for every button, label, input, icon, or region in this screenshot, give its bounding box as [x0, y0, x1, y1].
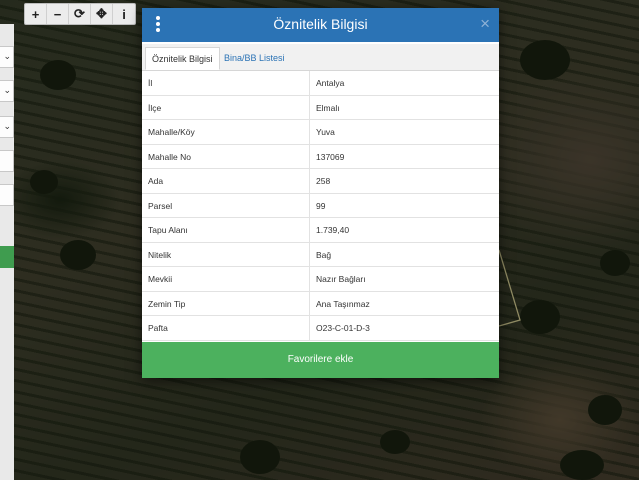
dropdown-1[interactable]: ⌄ [0, 46, 14, 68]
attribute-value: Ana Taşınmaz [316, 298, 370, 309]
zoom-out-button[interactable]: − [47, 4, 69, 24]
map-toolbar: + − ⟳ ✥ i [24, 3, 136, 25]
zoom-in-button[interactable]: + [25, 4, 47, 24]
input-field-1[interactable] [0, 150, 14, 172]
chevron-down-icon: ⌄ [3, 121, 11, 131]
modal-tabs: Öznitelik Bilgisi Bina/BB Listesi [142, 44, 499, 71]
attribute-value: Yuva [316, 127, 335, 137]
attribute-value: 99 [316, 200, 326, 211]
attribute-value: Bağ [316, 249, 332, 260]
attribute-value: 258 [316, 176, 331, 186]
input-field-2[interactable] [0, 184, 14, 206]
table-row: Tapu Alanı 1.739,40 [142, 218, 499, 243]
attribute-value: O23-C-01-D-3 [316, 323, 370, 333]
locate-button[interactable]: ✥ [91, 4, 113, 24]
table-row: Mahalle/Köy Yuva [142, 120, 499, 145]
chevron-down-icon: ⌄ [3, 85, 11, 95]
chevron-down-icon: ⌄ [3, 51, 11, 61]
table-row: İl Antalya [142, 71, 499, 96]
attribute-key: Mahalle/Köy [142, 120, 310, 144]
attribute-info-modal: Öznitelik Bilgisi × Öznitelik Bilgisi Bi… [142, 8, 499, 378]
tab-attribute-info[interactable]: Öznitelik Bilgisi [145, 47, 220, 70]
attribute-key: İl [142, 71, 310, 95]
table-row: Mevkii Nazır Bağları [142, 267, 499, 292]
table-row: Mahalle No 137069 [142, 144, 499, 169]
attribute-value: Nazır Bağları [316, 274, 366, 284]
attribute-key: Mevkii [142, 267, 310, 291]
left-panel: ⌄ ⌄ ⌄ [0, 24, 14, 480]
attribute-key: Mahalle No [142, 144, 310, 168]
close-icon[interactable]: × [480, 14, 490, 34]
modal-title: Öznitelik Bilgisi [273, 16, 368, 32]
table-row: İlçe Elmalı [142, 95, 499, 120]
attribute-key: Pafta [142, 316, 310, 340]
attribute-value: 137069 [316, 151, 345, 162]
attribute-key: İlçe [142, 95, 310, 119]
attribute-value: 1.739,40 [316, 225, 350, 235]
attribute-value: Antalya [316, 78, 345, 88]
dropdown-2[interactable]: ⌄ [0, 80, 14, 102]
tab-building-list[interactable]: Bina/BB Listesi [218, 47, 291, 70]
dropdown-3[interactable]: ⌄ [0, 116, 14, 138]
table-row: Zemin Tip Ana Taşınmaz [142, 291, 499, 316]
query-button[interactable] [0, 246, 14, 268]
table-row: Parsel 99 [142, 193, 499, 218]
attribute-value: Elmalı [316, 102, 340, 113]
table-row: Ada 258 [142, 169, 499, 194]
add-to-favorites-button[interactable]: Favorilere ekle [142, 342, 499, 378]
refresh-button[interactable]: ⟳ [69, 4, 91, 24]
attribute-key: Zemin Tip [142, 291, 310, 315]
attribute-key: Ada [142, 169, 310, 193]
table-row: Nitelik Bağ [142, 242, 499, 267]
table-row: Pafta O23-C-01-D-3 [142, 316, 499, 341]
attribute-key: Nitelik [142, 242, 310, 266]
info-button[interactable]: i [113, 4, 135, 24]
modal-header: Öznitelik Bilgisi × [142, 8, 499, 42]
attribute-key: Tapu Alanı [142, 218, 310, 242]
attribute-key: Parsel [142, 193, 310, 217]
attribute-table: İl Antalya İlçe Elmalı Mahalle/Köy Yuva Mahall… [142, 71, 499, 341]
